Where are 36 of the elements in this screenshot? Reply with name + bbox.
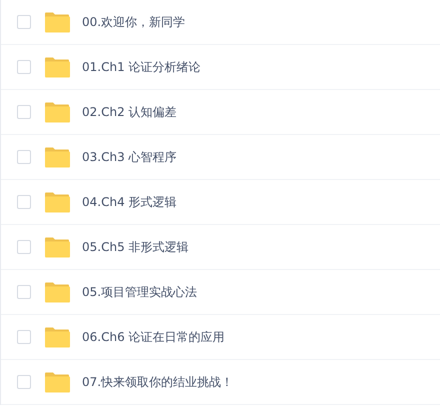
checkbox[interactable] (17, 150, 31, 164)
file-row[interactable]: 04.Ch4 形式逻辑 (1, 180, 440, 225)
folder-name: 07.快来领取你的结业挑战！ (82, 374, 234, 390)
folder-name: 00.欢迎你，新同学 (82, 14, 186, 30)
file-row[interactable]: 00.欢迎你，新同学 (1, 0, 440, 45)
folder-name: 02.Ch2 认知偏差 (82, 104, 177, 120)
folder-icon (44, 192, 70, 212)
checkbox[interactable] (17, 375, 31, 389)
folder-icon (44, 372, 70, 392)
folder-icon (44, 282, 70, 302)
folder-icon (44, 236, 70, 258)
folder-name: 03.Ch3 心智程序 (82, 148, 177, 166)
checkbox[interactable] (17, 240, 31, 254)
file-row[interactable]: 05.Ch5 非形式逻辑 (1, 225, 440, 270)
folder-icon (44, 146, 70, 168)
checkbox[interactable] (17, 195, 31, 209)
folder-name: 04.Ch4 形式逻辑 (82, 194, 177, 210)
checkbox[interactable] (17, 285, 31, 299)
file-row[interactable]: 02.Ch2 认知偏差 (1, 90, 440, 135)
folder-icon (44, 56, 70, 78)
checkbox[interactable] (17, 330, 31, 344)
folder-icon (44, 12, 70, 32)
folder-icon (44, 326, 70, 348)
checkbox[interactable] (17, 60, 31, 74)
file-row[interactable]: 06.Ch6 论证在日常的应用 (1, 315, 440, 360)
checkbox[interactable] (17, 105, 31, 119)
folder-name: 05.项目管理实战心法 (82, 284, 198, 300)
file-row[interactable]: 03.Ch3 心智程序 (1, 135, 440, 180)
folder-name: 05.Ch5 非形式逻辑 (82, 238, 189, 256)
folder-icon (44, 102, 70, 122)
file-row[interactable]: 07.快来领取你的结业挑战！ (1, 360, 440, 405)
file-row[interactable]: 01.Ch1 论证分析绪论 (1, 45, 440, 90)
checkbox[interactable] (17, 15, 31, 29)
folder-name: 06.Ch6 论证在日常的应用 (82, 328, 225, 346)
folder-name: 01.Ch1 论证分析绪论 (82, 58, 201, 76)
file-row[interactable]: 05.项目管理实战心法 (1, 270, 440, 315)
